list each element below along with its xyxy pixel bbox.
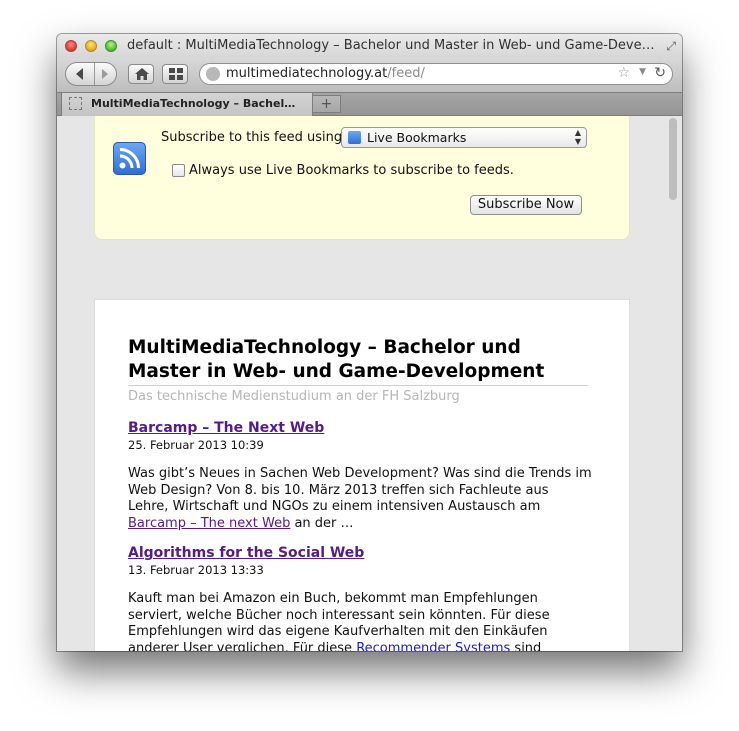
chevron-down-icon[interactable]: ▼ (639, 67, 646, 77)
entry-summary: Kauft man bei Amazon ein Buch, bekommt m… (128, 591, 593, 651)
grid-icon (169, 68, 183, 80)
favicon-placeholder-icon (69, 97, 82, 110)
subscribe-now-button[interactable]: Subscribe Now (470, 195, 582, 215)
entry-date: 13. Februar 2013 13:33 (128, 563, 264, 577)
tab-active[interactable]: MultiMediaTechnology – Bachel… (61, 93, 313, 116)
new-tab-button[interactable]: + (313, 95, 341, 113)
feed-subtitle: Das technische Medienstudium an der FH S… (128, 389, 460, 404)
forward-button[interactable] (94, 63, 116, 85)
home-icon (135, 68, 149, 80)
entry-title-link[interactable]: Algorithms for the Social Web (128, 545, 364, 561)
feed-reader-selected: Live Bookmarks (367, 130, 467, 145)
subscribe-label: Subscribe to this feed using (161, 130, 343, 145)
navigation-buttons (65, 62, 117, 86)
rss-feed-icon (113, 142, 146, 175)
always-use-checkbox[interactable] (172, 164, 185, 177)
entry-summary-tail: an der … (290, 515, 354, 531)
feed-title: MultiMediaTechnology – Bachelor und Mast… (128, 336, 588, 386)
reload-icon[interactable]: ↻ (654, 65, 666, 81)
browser-window: default : MultiMediaTechnology – Bachelo… (57, 34, 682, 651)
minimize-window-button[interactable] (85, 40, 97, 52)
subscribe-panel: Subscribe to this feed using Live Bookma… (94, 116, 630, 240)
forward-arrow-icon (102, 69, 108, 79)
back-button[interactable] (66, 63, 95, 85)
title-bar[interactable]: default : MultiMediaTechnology – Bachelo… (57, 34, 682, 58)
live-bookmarks-icon (348, 131, 361, 144)
url-field[interactable]: multimediatechnology.at/feed/ (226, 66, 425, 81)
home-button[interactable] (128, 64, 154, 84)
window-title: default : MultiMediaTechnology – Bachelo… (127, 38, 657, 53)
fullscreen-icon[interactable]: ⤢ (666, 39, 676, 54)
tab-strip: MultiMediaTechnology – Bachel… + (57, 92, 682, 116)
close-window-button[interactable] (65, 40, 77, 52)
entry-inline-link[interactable]: Recommender Systems (356, 641, 514, 652)
entry-summary-text: Was gibt’s Neues in Sachen Web Developme… (128, 466, 592, 514)
always-use-label[interactable]: Always use Live Bookmarks to subscribe t… (189, 163, 514, 178)
entry-title-link[interactable]: Barcamp – The Next Web (128, 420, 324, 436)
entry-summary: Was gibt’s Neues in Sachen Web Developme… (128, 466, 593, 532)
back-arrow-icon (76, 68, 83, 80)
page-viewport: Subscribe to this feed using Live Bookma… (57, 116, 682, 651)
url-host: multimediatechnology.at (226, 66, 388, 81)
address-bar[interactable]: multimediatechnology.at/feed/ ☆ ▼ ↻ (199, 63, 673, 85)
select-arrows-icon: ▲ ▼ (574, 128, 581, 146)
globe-icon (206, 67, 220, 81)
top-sites-button[interactable] (162, 64, 188, 84)
bookmark-star-icon[interactable]: ☆ (617, 65, 630, 81)
zoom-window-button[interactable] (105, 40, 117, 52)
vertical-scrollbar[interactable] (669, 118, 677, 200)
feed-reader-select[interactable]: Live Bookmarks ▲ ▼ (341, 127, 587, 148)
url-path: /feed/ (387, 66, 425, 81)
toolbar: multimediatechnology.at/feed/ ☆ ▼ ↻ (57, 58, 682, 92)
feed-content: MultiMediaTechnology – Bachelor und Mast… (94, 299, 630, 651)
entry-inline-link[interactable]: Barcamp – The next Web (128, 516, 290, 531)
entry-date: 25. Februar 2013 10:39 (128, 438, 264, 452)
tab-label: MultiMediaTechnology – Bachel… (91, 97, 296, 110)
